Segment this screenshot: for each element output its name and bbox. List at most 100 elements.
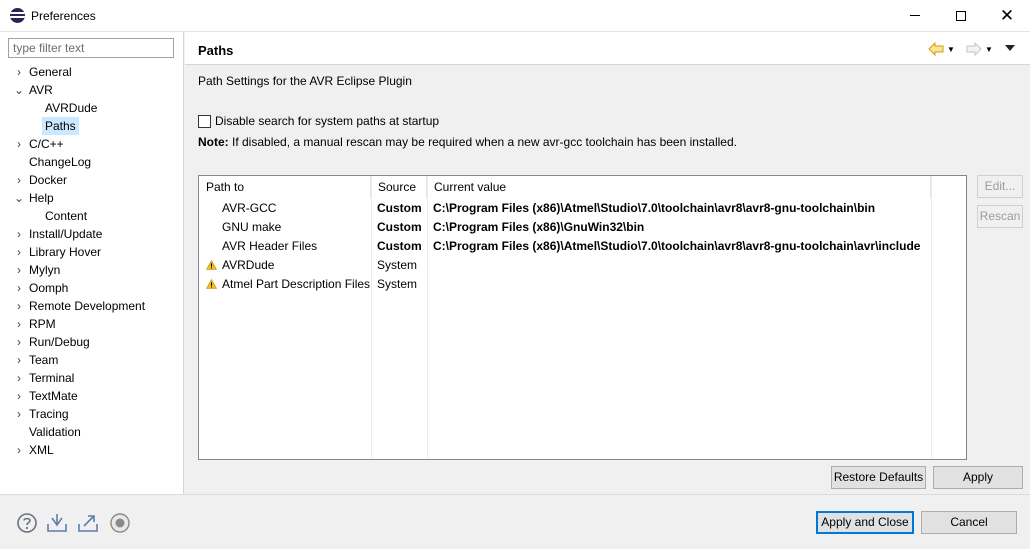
chevron-right-icon[interactable]: ›	[13, 297, 25, 315]
view-menu-icon[interactable]	[1005, 45, 1015, 51]
chevron-right-icon[interactable]: ›	[13, 351, 25, 369]
restore-defaults-button[interactable]: Restore Defaults	[831, 466, 926, 489]
paths-table[interactable]: Path to Source Current value AVR-GCC Cust…	[198, 175, 967, 460]
tree-item-help[interactable]: ⌄ Help	[0, 189, 184, 207]
path-name-cell: AVR Header Files	[222, 239, 318, 253]
tree-item-rpm[interactable]: › RPM	[0, 315, 184, 333]
page-header: Paths ▼ ▼	[185, 32, 1030, 65]
tree-item-label: Terminal	[29, 371, 75, 385]
forward-dropdown-icon[interactable]: ▼	[985, 45, 993, 54]
apply-and-close-button[interactable]: Apply and Close	[816, 511, 914, 534]
tree-item-label: Mylyn	[29, 263, 61, 277]
tree-item-docker[interactable]: › Docker	[0, 171, 184, 189]
source-cell: System	[377, 258, 418, 272]
tree-item-label: Tracing	[29, 407, 69, 421]
chevron-right-icon[interactable]: ›	[13, 387, 25, 405]
tree-item-label: ChangeLog	[29, 155, 92, 169]
dialog-footer: Apply and Close Cancel	[0, 494, 1030, 549]
tree-item-oomph[interactable]: › Oomph	[0, 279, 184, 297]
back-arrow-icon	[928, 42, 944, 56]
tree-item-terminal[interactable]: › Terminal	[0, 369, 184, 387]
header-source[interactable]: Source	[371, 176, 427, 198]
tree-item-label: Docker	[29, 173, 68, 187]
chevron-right-icon[interactable]: ›	[13, 63, 25, 81]
table-row[interactable]: GNU make Custom C:\Program Files (x86)\Gnu…	[199, 218, 966, 237]
source-cell: Custom	[377, 220, 422, 234]
current-value-cell: C:\Program Files (x86)\Atmel\Studio\7.0\…	[433, 201, 876, 215]
tree-item-c-c-[interactable]: › C/C++	[0, 135, 184, 153]
table-row[interactable]: Atmel Part Description Files System	[199, 275, 966, 294]
chevron-right-icon[interactable]: ›	[13, 171, 25, 189]
window-title: Preferences	[31, 9, 96, 23]
chevron-right-icon[interactable]: ›	[13, 135, 25, 153]
chevron-right-icon[interactable]: ›	[13, 225, 25, 243]
chevron-down-icon[interactable]: ⌄	[13, 189, 25, 207]
note-text: Note: If disabled, a manual rescan may b…	[198, 135, 737, 149]
tree-item-paths[interactable]: Paths	[0, 117, 184, 135]
tree-item-validation[interactable]: Validation	[0, 423, 184, 441]
tree-item-label: General	[29, 65, 72, 79]
chevron-right-icon[interactable]: ›	[13, 279, 25, 297]
tree-item-avr[interactable]: ⌄ AVR	[0, 81, 184, 99]
chevron-right-icon[interactable]: ›	[13, 243, 25, 261]
rescan-button[interactable]: Rescan	[977, 205, 1023, 228]
tree-item-textmate[interactable]: › TextMate	[0, 387, 184, 405]
header-path-to[interactable]: Path to	[199, 176, 371, 198]
tree-item-label: Library Hover	[29, 245, 102, 259]
tree-item-install-update[interactable]: › Install/Update	[0, 225, 184, 243]
table-row[interactable]: AVR-GCC Custom C:\Program Files (x86)\Atme…	[199, 199, 966, 218]
chevron-down-icon[interactable]: ⌄	[13, 81, 25, 99]
preferences-tree: › General ⌄ AVR AVRDude Paths › C/C++ ChangeLog ›…	[0, 63, 184, 459]
disable-search-label[interactable]: Disable search for system paths at start…	[215, 114, 439, 128]
help-icon[interactable]	[16, 512, 38, 534]
chevron-right-icon[interactable]: ›	[13, 441, 25, 459]
tree-item-label: Content	[45, 209, 88, 223]
chevron-right-icon[interactable]: ›	[13, 261, 25, 279]
minimize-button[interactable]	[892, 0, 938, 31]
tree-item-content[interactable]: Content	[0, 207, 184, 225]
chevron-right-icon[interactable]: ›	[13, 405, 25, 423]
filter-input[interactable]	[8, 38, 174, 58]
tree-item-label: Paths	[42, 117, 79, 135]
preferences-sidebar: › General ⌄ AVR AVRDude Paths › C/C++ ChangeLog ›…	[0, 32, 184, 494]
tree-item-general[interactable]: › General	[0, 63, 184, 81]
path-name-cell: GNU make	[222, 220, 282, 234]
table-row[interactable]: AVRDude System	[199, 256, 966, 275]
close-icon: ✕	[999, 5, 1015, 25]
tree-item-xml[interactable]: › XML	[0, 441, 184, 459]
maximize-icon	[956, 10, 966, 21]
tree-item-avrdude[interactable]: AVRDude	[0, 99, 184, 117]
tree-item-changelog[interactable]: ChangeLog	[0, 153, 184, 171]
tree-item-remote-development[interactable]: › Remote Development	[0, 297, 184, 315]
edit-button[interactable]: Edit...	[977, 175, 1023, 198]
disable-search-checkbox[interactable]	[198, 114, 211, 128]
close-button[interactable]: ✕	[984, 0, 1030, 31]
chevron-right-icon[interactable]: ›	[13, 333, 25, 351]
current-value-cell: C:\Program Files (x86)\GnuWin32\bin	[433, 220, 645, 234]
tree-item-tracing[interactable]: › Tracing	[0, 405, 184, 423]
forward-button[interactable]: ▼	[966, 41, 993, 57]
tree-item-label: AVRDude	[45, 101, 98, 115]
export-icon[interactable]	[77, 512, 99, 534]
tree-item-team[interactable]: › Team	[0, 351, 184, 369]
disable-search-option[interactable]: Disable search for system paths at start…	[198, 114, 439, 128]
source-cell: Custom	[377, 201, 422, 215]
back-dropdown-icon[interactable]: ▼	[947, 45, 955, 54]
tree-item-run-debug[interactable]: › Run/Debug	[0, 333, 184, 351]
path-name-cell: AVR-GCC	[222, 201, 277, 215]
apply-button[interactable]: Apply	[933, 466, 1023, 489]
tree-item-mylyn[interactable]: › Mylyn	[0, 261, 184, 279]
back-button[interactable]: ▼	[928, 41, 955, 57]
header-current-value[interactable]: Current value	[427, 176, 931, 198]
chevron-right-icon[interactable]: ›	[13, 315, 25, 333]
record-icon[interactable]	[109, 512, 131, 534]
maximize-button[interactable]	[938, 0, 984, 31]
cancel-button[interactable]: Cancel	[921, 511, 1017, 534]
warning-icon	[206, 279, 217, 289]
note-body: If disabled, a manual rescan may be requ…	[228, 135, 737, 149]
chevron-right-icon[interactable]: ›	[13, 369, 25, 387]
table-row[interactable]: AVR Header Files Custom C:\Program Files (…	[199, 237, 966, 256]
import-icon[interactable]	[46, 512, 68, 534]
tree-item-label: AVR	[29, 83, 53, 97]
tree-item-library-hover[interactable]: › Library Hover	[0, 243, 184, 261]
